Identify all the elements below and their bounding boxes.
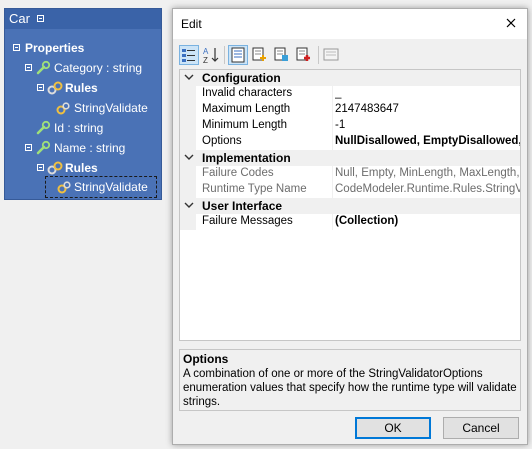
ok-button[interactable]: OK (355, 417, 431, 439)
property-row-minimum-length[interactable]: Minimum Length -1 (180, 118, 520, 134)
tree-item-stringvalidate[interactable]: StringValidate (74, 100, 148, 116)
category-label: Configuration (202, 71, 281, 85)
property-pages-button[interactable] (322, 45, 342, 65)
property-name: Failure Messages (202, 215, 293, 227)
property-name: Maximum Length (202, 103, 291, 115)
property-name: Minimum Length (202, 119, 288, 131)
tree-item-label: StringValidate (74, 101, 148, 115)
tree-item-label: Rules (65, 81, 98, 95)
property-value[interactable]: 2147483647 (335, 103, 520, 115)
property-row-options[interactable]: Options NullDisallowed, EmptyDisallowed, (180, 134, 520, 150)
property-row-maximum-length[interactable]: Maximum Length 2147483647 (180, 102, 520, 118)
category-user-interface[interactable]: User Interface (180, 198, 520, 214)
property-grid: Configuration Invalid characters _ Maxim… (179, 69, 521, 341)
property-row-failure-messages[interactable]: Failure Messages (Collection) (180, 214, 520, 230)
property-row-failure-codes[interactable]: Failure Codes Null, Empty, MinLength, Ma… (180, 166, 520, 182)
entity-header[interactable]: Car (5, 9, 161, 29)
tree-item-label: Category : string (54, 61, 143, 75)
add-icon (252, 47, 266, 61)
remove-icon (296, 47, 310, 61)
collapse-chevron-icon (184, 202, 194, 208)
rule-icon (56, 102, 70, 115)
properties-node[interactable]: Properties (25, 40, 84, 56)
collapse-chevron-icon (184, 154, 194, 160)
wrench-icon (36, 140, 51, 155)
wrench-icon (36, 60, 51, 75)
property-name: Options (202, 135, 242, 147)
tree-item-name[interactable]: Name : string (54, 140, 125, 156)
tree-item-label: Rules (65, 161, 98, 175)
category-label: User Interface (202, 199, 283, 213)
tree-item-stringvalidate-selected[interactable]: StringValidate (45, 176, 157, 198)
close-button[interactable] (495, 9, 527, 39)
property-value[interactable]: NullDisallowed, EmptyDisallowed, (335, 135, 520, 147)
dialog-titlebar[interactable]: Edit (173, 9, 527, 39)
description-text: A combination of one or more of the Stri… (183, 368, 517, 408)
category-implementation[interactable]: Implementation (180, 150, 520, 166)
property-value: Null, Empty, MinLength, MaxLength, Inva (335, 167, 520, 179)
tree-item-rules[interactable]: Rules (65, 80, 98, 96)
categorized-button[interactable] (179, 45, 199, 65)
add-item-button[interactable] (250, 45, 270, 65)
property-name: Invalid characters (202, 87, 293, 99)
tree-item-category[interactable]: Category : string (54, 60, 142, 76)
property-pages-icon (323, 48, 339, 61)
collapse-icon[interactable] (37, 84, 44, 91)
collapse-icon[interactable] (37, 15, 44, 22)
collapse-icon[interactable] (25, 64, 32, 71)
category-configuration[interactable]: Configuration (180, 70, 520, 86)
tree-item-label: Name : string (54, 141, 126, 155)
tree-item-id[interactable]: Id : string (54, 120, 103, 136)
entity-tree-panel: Car Properties Category : string Rules S… (4, 8, 162, 200)
rules-icon (47, 161, 63, 175)
edit-dialog: Edit A Z Configuration Invalid character… (172, 8, 528, 445)
wrench-icon (36, 120, 51, 135)
close-icon (506, 18, 516, 28)
collapse-icon[interactable] (25, 144, 32, 151)
svg-text:A: A (203, 47, 209, 56)
tree-item-label: Id : string (54, 121, 104, 135)
collapse-icon[interactable] (37, 164, 44, 171)
collapse-chevron-icon (184, 74, 194, 80)
properties-label: Properties (25, 41, 85, 55)
tree-item-label: StringValidate (74, 180, 148, 194)
dialog-title: Edit (181, 17, 202, 31)
edit-icon (274, 47, 288, 61)
properties-view-button[interactable] (228, 45, 248, 65)
description-pane: Options A combination of one or more of … (179, 349, 521, 411)
property-name: Runtime Type Name (202, 183, 307, 195)
entity-title: Car (9, 11, 30, 26)
property-value: CodeModeler.Runtime.Rules.StringValidat (335, 183, 520, 195)
rule-icon (57, 181, 71, 194)
property-value[interactable]: -1 (335, 119, 520, 131)
property-row-runtime-type-name[interactable]: Runtime Type Name CodeModeler.Runtime.Ru… (180, 182, 520, 198)
edit-item-button[interactable] (272, 45, 292, 65)
property-name: Failure Codes (202, 167, 274, 179)
property-row-invalid-characters[interactable]: Invalid characters _ (180, 86, 520, 102)
property-value[interactable]: _ (335, 87, 520, 99)
remove-item-button[interactable] (294, 45, 314, 65)
rules-icon (47, 81, 63, 95)
cancel-button[interactable]: Cancel (443, 417, 519, 439)
categorized-icon (182, 49, 195, 62)
description-title: Options (183, 352, 229, 366)
collapse-icon[interactable] (13, 44, 20, 51)
svg-text:Z: Z (203, 56, 208, 65)
tree-item-rules[interactable]: Rules (65, 160, 98, 176)
properties-icon (231, 47, 245, 63)
alphabetical-button[interactable]: A Z (201, 45, 221, 65)
property-value[interactable]: (Collection) (335, 215, 520, 227)
category-label: Implementation (202, 151, 291, 165)
alphabetical-icon: A Z (203, 47, 219, 65)
property-grid-toolbar: A Z (179, 43, 521, 67)
